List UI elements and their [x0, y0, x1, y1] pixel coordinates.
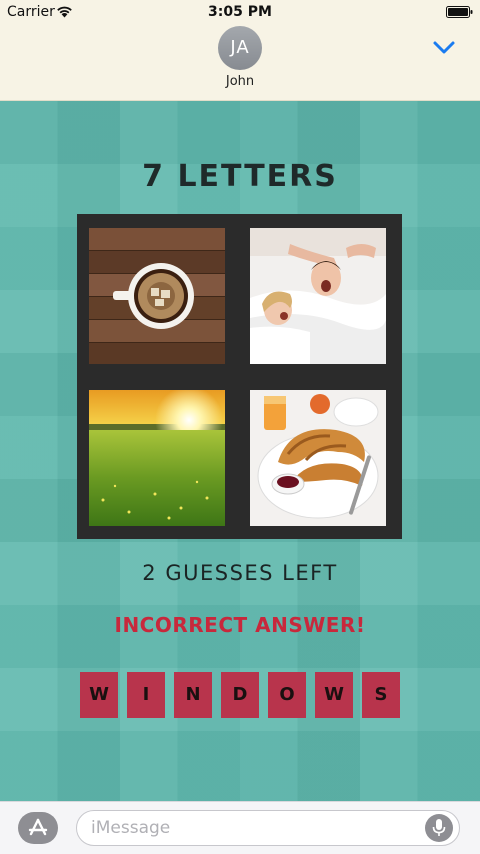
breakfast-croissant-icon — [250, 390, 386, 526]
answer-tile[interactable]: N — [174, 672, 212, 718]
status-bar: Carrier 3:05 PM — [0, 0, 480, 26]
microphone-button[interactable] — [425, 814, 453, 842]
letters-count-heading: 7 LETTERS — [142, 159, 338, 194]
picture-coffee[interactable] — [89, 228, 225, 364]
answer-tile[interactable]: D — [221, 672, 259, 718]
battery-icon — [446, 6, 473, 18]
answer-tile[interactable]: O — [268, 672, 306, 718]
picture-breakfast[interactable] — [250, 390, 386, 526]
conversation-header: Carrier 3:05 PM JA John — [0, 0, 480, 101]
picture-waking-up[interactable] — [250, 228, 386, 364]
microphone-icon — [432, 819, 446, 836]
answer-tiles: W I N D O W S — [80, 672, 400, 718]
status-time: 3:05 PM — [208, 4, 272, 20]
answer-tile[interactable]: W — [315, 672, 353, 718]
message-input[interactable] — [76, 810, 460, 846]
app-store-button[interactable] — [18, 812, 58, 844]
answer-tile[interactable]: W — [80, 672, 118, 718]
contact-name[interactable]: John — [0, 74, 480, 89]
picture-grid — [77, 214, 402, 539]
answer-feedback: INCORRECT ANSWER! — [114, 613, 366, 637]
compose-bar — [0, 801, 480, 854]
guesses-left-label: 2 GUESSES LEFT — [142, 561, 338, 585]
couple-waking-icon — [250, 228, 386, 364]
contact-avatar[interactable]: JA — [218, 26, 262, 70]
imessage-screen: Carrier 3:05 PM JA John 7 LETTERS 2 GUES… — [0, 0, 480, 854]
sunrise-field-icon — [89, 390, 225, 526]
picture-sunrise[interactable] — [89, 390, 225, 526]
answer-tile[interactable]: S — [362, 672, 400, 718]
coffee-cup-icon — [89, 228, 225, 364]
game-area: 7 LETTERS 2 GUESSES LEFT INCORRECT ANSWE… — [0, 101, 480, 801]
app-store-icon — [28, 818, 48, 836]
chevron-down-icon[interactable] — [432, 40, 456, 56]
answer-tile[interactable]: I — [127, 672, 165, 718]
